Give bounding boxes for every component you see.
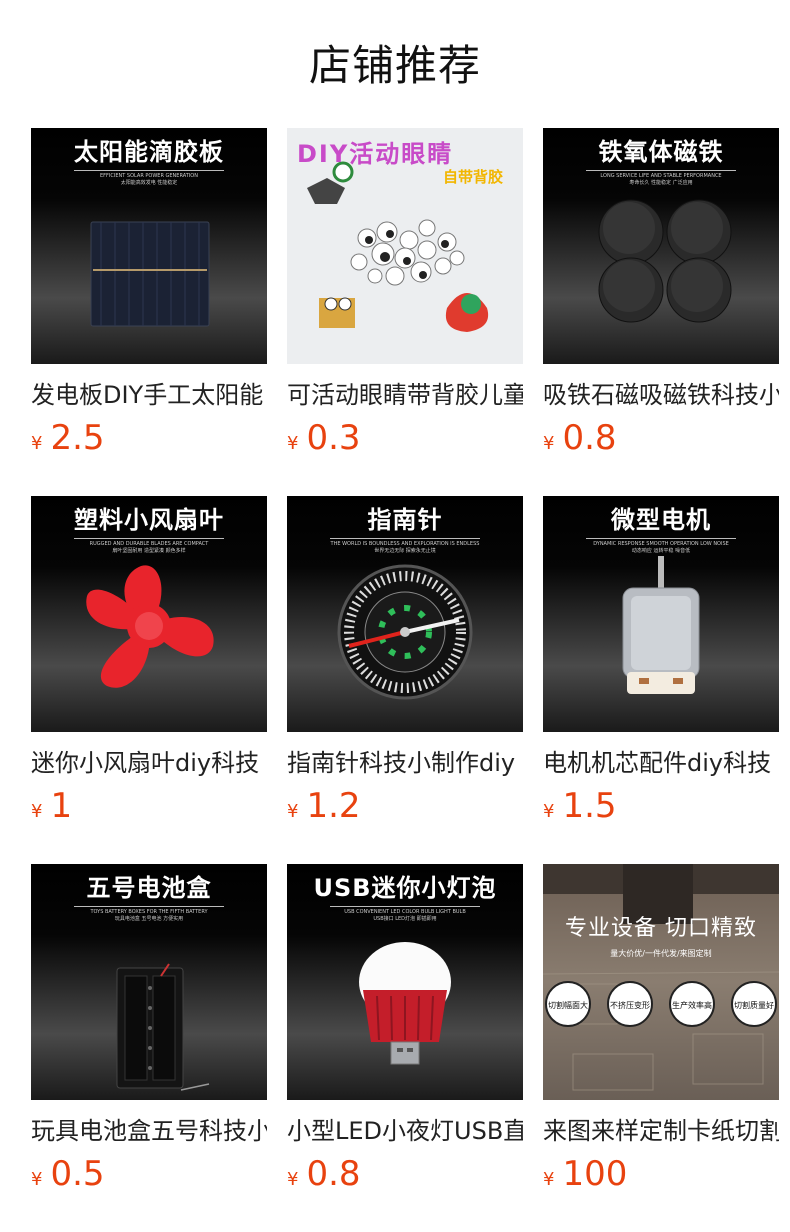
price-value: 0.5 <box>50 1154 105 1194</box>
feature-badge: 不挤压变形 <box>607 981 653 1027</box>
product-image[interactable]: 塑料小风扇叶 RUGGED AND DURABLE BLADES ARE COM… <box>31 496 267 732</box>
product-price: ¥1.5 <box>543 788 779 824</box>
page-title: 店铺推荐 <box>308 41 481 90</box>
product-name[interactable]: 吸铁石磁吸磁铁科技小 <box>543 380 779 410</box>
price-value: 1.2 <box>306 786 361 826</box>
currency-symbol: ¥ <box>31 1169 43 1190</box>
image-title: 专业设备 切口精致 <box>565 916 757 941</box>
image-subtitle-2: 扇叶坚固耐用 造型紧凑 颜色多样 <box>112 548 186 554</box>
feature-badges: 切割幅面大 不挤压变形 生产效率高 切割质量好 <box>543 981 779 1027</box>
product-card[interactable]: 指南针 THE WORLD IS BOUNDLESS AND EXPLORATI… <box>287 496 523 824</box>
image-subtitle: USB CONVENIENT LED COLOR BULB LIGHT BULB <box>344 909 466 915</box>
image-subtitle-2: 世界无边无际 探索永无止境 <box>374 548 436 554</box>
product-card[interactable]: USB迷你小灯泡 USB CONVENIENT LED COLOR BULB L… <box>287 864 523 1192</box>
image-subtitle: DYNAMIC RESPONSE SMOOTH OPERATION LOW NO… <box>593 541 729 547</box>
divider <box>586 170 736 171</box>
currency-symbol: ¥ <box>287 1169 299 1190</box>
product-card[interactable]: 五号电池盒 TOYS BATTERY BOXES FOR THE FIFTH B… <box>31 864 267 1192</box>
currency-symbol: ¥ <box>543 801 555 822</box>
product-card[interactable]: 微型电机 DYNAMIC RESPONSE SMOOTH OPERATION L… <box>543 496 779 824</box>
product-name[interactable]: 指南针科技小制作diy <box>287 748 523 778</box>
product-name[interactable]: 发电板DIY手工太阳能 <box>31 380 267 410</box>
currency-symbol: ¥ <box>543 1169 555 1190</box>
product-price: ¥2.5 <box>31 420 267 456</box>
product-name[interactable]: 玩具电池盒五号科技小 <box>31 1116 267 1146</box>
price-value: 0.3 <box>306 418 361 458</box>
product-price: ¥100 <box>543 1156 779 1192</box>
product-image[interactable]: 微型电机 DYNAMIC RESPONSE SMOOTH OPERATION L… <box>543 496 779 732</box>
image-title: 太阳能滴胶板 <box>74 138 224 166</box>
image-subtitle: EFFICIENT SOLAR POWER GENERATION <box>100 173 198 179</box>
feature-badge: 生产效率高 <box>669 981 715 1027</box>
image-title: 指南针 <box>367 506 443 534</box>
image-title: 铁氧体磁铁 <box>598 138 724 166</box>
currency-symbol: ¥ <box>543 433 555 454</box>
product-image[interactable]: USB迷你小灯泡 USB CONVENIENT LED COLOR BULB L… <box>287 864 523 1100</box>
product-image[interactable]: 太阳能滴胶板 EFFICIENT SOLAR POWER GENERATION … <box>31 128 267 364</box>
product-name[interactable]: 可活动眼睛带背胶儿童 <box>287 380 523 410</box>
product-card[interactable]: 铁氧体磁铁 LONG SERVICE LIFE AND STABLE PERFO… <box>543 128 779 456</box>
currency-symbol: ¥ <box>287 801 299 822</box>
image-title: DIY活动眼睛 <box>297 140 454 168</box>
image-subtitle-2: 玩具电池盒 五号电池 方便实用 <box>114 916 184 922</box>
product-price: ¥0.5 <box>31 1156 267 1192</box>
price-value: 0.8 <box>562 418 617 458</box>
product-price: ¥0.8 <box>543 420 779 456</box>
price-value: 1.5 <box>562 786 617 826</box>
price-value: 2.5 <box>50 418 105 458</box>
product-card[interactable]: 专业设备 切口精致 量大价优/一件代发/来图定制 切割幅面大 不挤压变形 生产效… <box>543 864 779 1192</box>
product-image[interactable]: DIY活动眼睛 自带背胶 <box>287 128 523 364</box>
image-subtitle: THE WORLD IS BOUNDLESS AND EXPLORATION I… <box>330 541 480 547</box>
image-title: 微型电机 <box>611 506 711 534</box>
product-price: ¥0.3 <box>287 420 523 456</box>
feature-badge: 切割幅面大 <box>545 981 591 1027</box>
product-name[interactable]: 迷你小风扇叶diy科技 <box>31 748 267 778</box>
image-subtitle: TOYS BATTERY BOXES FOR THE FIFTH BATTERY <box>90 909 208 915</box>
image-subtitle: RUGGED AND DURABLE BLADES ARE COMPACT <box>89 541 209 547</box>
product-card[interactable]: 太阳能滴胶板 EFFICIENT SOLAR POWER GENERATION … <box>31 128 267 456</box>
image-subtitle: LONG SERVICE LIFE AND STABLE PERFORMANCE <box>600 173 722 179</box>
image-tag: 自带背胶 <box>443 168 504 186</box>
product-image[interactable]: 指南针 THE WORLD IS BOUNDLESS AND EXPLORATI… <box>287 496 523 732</box>
product-price: ¥1 <box>31 788 267 824</box>
product-card[interactable]: 塑料小风扇叶 RUGGED AND DURABLE BLADES ARE COM… <box>31 496 267 824</box>
divider <box>74 538 224 539</box>
image-subtitle-2: 寿命长久 性能稳定 广泛应用 <box>629 180 693 186</box>
image-subtitle: 量大价优/一件代发/来图定制 <box>610 949 712 958</box>
currency-symbol: ¥ <box>31 433 43 454</box>
divider <box>330 538 480 539</box>
product-price: ¥0.8 <box>287 1156 523 1192</box>
product-price: ¥1.2 <box>287 788 523 824</box>
price-value: 1 <box>50 786 73 826</box>
feature-badge: 切割质量好 <box>731 981 777 1027</box>
divider <box>586 538 736 539</box>
product-name[interactable]: 电机机芯配件diy科技 <box>543 748 779 778</box>
product-name[interactable]: 来图来样定制卡纸切割 <box>543 1116 779 1146</box>
image-title: USB迷你小灯泡 <box>313 874 497 902</box>
product-name[interactable]: 小型LED小夜灯USB直插 <box>287 1116 523 1146</box>
image-subtitle-2: 太阳能高效发电 性能稳定 <box>120 180 178 186</box>
divider <box>74 170 224 171</box>
product-image[interactable]: 五号电池盒 TOYS BATTERY BOXES FOR THE FIFTH B… <box>31 864 267 1100</box>
product-image[interactable]: 专业设备 切口精致 量大价优/一件代发/来图定制 切割幅面大 不挤压变形 生产效… <box>543 864 779 1100</box>
product-card[interactable]: DIY活动眼睛 自带背胶 可活动眼睛带背胶儿童 ¥0.3 <box>287 128 523 456</box>
image-title: 五号电池盒 <box>86 874 212 902</box>
price-value: 100 <box>562 1154 628 1194</box>
divider <box>330 906 480 907</box>
image-subtitle-2: 动态响应 运转平稳 噪音低 <box>631 548 691 554</box>
price-value: 0.8 <box>306 1154 361 1194</box>
currency-symbol: ¥ <box>287 433 299 454</box>
product-image[interactable]: 铁氧体磁铁 LONG SERVICE LIFE AND STABLE PERFO… <box>543 128 779 364</box>
divider <box>74 906 224 907</box>
image-title: 塑料小风扇叶 <box>74 506 224 534</box>
image-subtitle-2: USB接口 LED灯泡 即插即用 <box>373 916 437 922</box>
currency-symbol: ¥ <box>31 801 43 822</box>
